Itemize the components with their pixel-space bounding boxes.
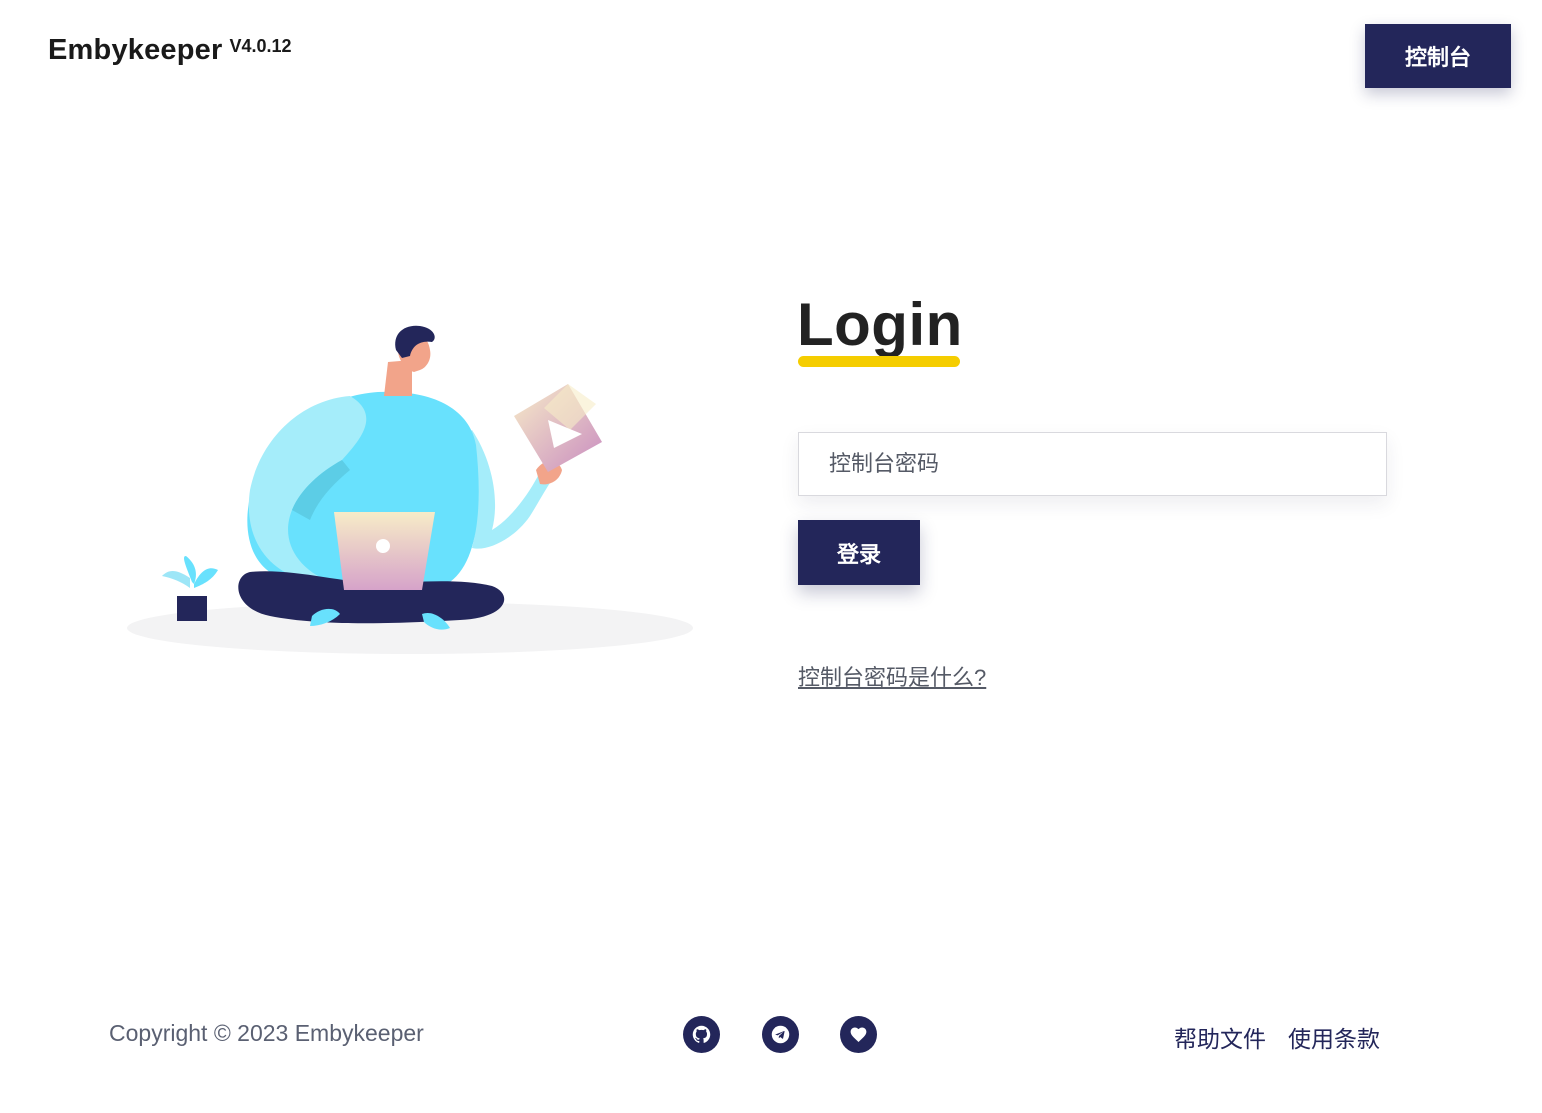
title-underline	[798, 356, 960, 367]
video-play-icon	[514, 384, 602, 472]
person-with-laptop-illustration	[127, 325, 693, 654]
terms-link[interactable]: 使用条款	[1288, 1020, 1380, 1054]
github-icon	[692, 1025, 711, 1043]
brand: Embykeeper V4.0.12	[48, 34, 292, 67]
heart-icon	[850, 1027, 867, 1042]
github-link[interactable]	[683, 1016, 720, 1053]
page-title: Login	[797, 291, 963, 358]
telegram-icon	[771, 1025, 790, 1044]
version-badge: V4.0.12	[229, 36, 292, 56]
login-button[interactable]: 登录	[798, 520, 920, 585]
help-docs-link[interactable]: 帮助文件	[1174, 1020, 1266, 1054]
password-input[interactable]	[798, 432, 1387, 496]
copyright-text: Copyright © 2023 Embykeeper	[109, 1020, 424, 1046]
telegram-link[interactable]	[762, 1016, 799, 1053]
sponsor-link[interactable]	[840, 1016, 877, 1053]
brand-name: Embykeeper	[48, 34, 223, 66]
password-help-link[interactable]: 控制台密码是什么?	[798, 660, 986, 692]
console-button[interactable]: 控制台	[1365, 24, 1511, 88]
